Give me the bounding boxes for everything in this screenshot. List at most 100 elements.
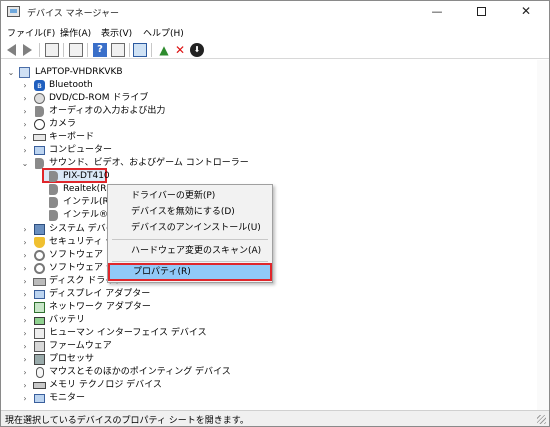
shield-icon (34, 237, 45, 248)
maximize-icon (476, 6, 486, 16)
context-separator (112, 261, 268, 262)
chevron-right-icon[interactable]: › (21, 366, 29, 379)
computer-icon (34, 146, 45, 155)
update-driver-icon[interactable]: ▲ (157, 43, 171, 57)
tree-item[interactable]: メモリ テクノロジ デバイス (49, 379, 162, 392)
tree-root[interactable]: LAPTOP-VHDRKVKB (35, 66, 123, 79)
tree-item[interactable]: DVD/CD-ROM ドライブ (49, 92, 148, 105)
tree-item[interactable]: ディスプレイ アダプター (49, 288, 150, 301)
tree-item[interactable]: Bluetooth (49, 79, 93, 92)
chevron-right-icon[interactable]: › (21, 275, 29, 288)
chevron-right-icon[interactable]: › (21, 301, 29, 314)
chevron-right-icon[interactable]: › (21, 223, 29, 236)
speaker-icon (49, 210, 58, 221)
chevron-right-icon[interactable]: › (21, 92, 29, 105)
context-update-driver[interactable]: ドライバーの更新(P) (108, 188, 272, 204)
chevron-right-icon[interactable]: › (21, 79, 29, 92)
minimize-button[interactable]: — (415, 1, 459, 23)
speaker-icon (49, 184, 58, 195)
speaker-icon (49, 197, 58, 208)
computer-icon (19, 67, 30, 78)
tree-item[interactable]: マウスとそのほかのポインティング デバイス (49, 366, 231, 379)
toolbar-separator (129, 43, 130, 57)
tree-item[interactable]: ファームウェア (49, 340, 112, 353)
menu-file[interactable]: ファイル(F) (7, 26, 55, 39)
tree-item[interactable]: ネットワーク アダプター (49, 301, 151, 314)
context-uninstall-device[interactable]: デバイスのアンインストール(U) (108, 220, 272, 236)
chevron-right-icon[interactable]: › (21, 236, 29, 249)
network-icon (34, 302, 45, 313)
context-scan-hardware[interactable]: ハードウェア変更のスキャン(A) (108, 243, 272, 259)
monitor-icon (34, 290, 45, 299)
tree-item[interactable]: カメラ (49, 118, 76, 131)
tree-item[interactable]: バッテリ (49, 314, 85, 327)
context-properties[interactable]: プロパティ(R) (108, 263, 272, 281)
close-button[interactable]: ✕ (504, 1, 548, 23)
toolbar: ? ▲ ✕ ⬇ (1, 41, 549, 59)
tree-item[interactable]: オーディオの入力および出力 (49, 105, 165, 118)
toolbar-separator (63, 43, 64, 57)
uninstall-icon[interactable]: ✕ (173, 43, 187, 57)
tree-item-pix-dt410[interactable]: PIX-DT410 (63, 170, 110, 183)
chevron-right-icon[interactable]: › (21, 288, 29, 301)
help-icon[interactable]: ? (93, 43, 107, 57)
chevron-right-icon[interactable]: › (21, 314, 29, 327)
menu-view[interactable]: 表示(V) (101, 26, 132, 39)
chevron-right-icon[interactable]: › (21, 118, 29, 131)
tree-item[interactable]: ヒューマン インターフェイス デバイス (49, 327, 207, 340)
details-icon[interactable] (69, 43, 83, 57)
chevron-down-icon[interactable]: ⌄ (7, 66, 15, 79)
status-text: 現在選択しているデバイスのプロパティ シートを開きます。 (5, 416, 249, 426)
cpu-icon (34, 354, 45, 365)
tree-item[interactable]: モニター (49, 392, 85, 405)
scan-hardware-icon[interactable]: ⬇ (190, 43, 204, 57)
tree-item[interactable]: コンピューター (49, 144, 112, 157)
bluetooth-icon: ʙ (34, 80, 45, 91)
tree-item[interactable]: Realtek(R) (63, 183, 110, 196)
context-disable-device[interactable]: デバイスを無効にする(D) (108, 204, 272, 220)
tree-item[interactable]: インテル(R) (63, 196, 112, 209)
chevron-right-icon[interactable]: › (21, 131, 29, 144)
properties-icon[interactable] (45, 43, 59, 57)
title-bar: デバイス マネージャー — ✕ (1, 1, 549, 23)
context-menu: ドライバーの更新(P) デバイスを無効にする(D) デバイスのアンインストール(… (107, 184, 273, 283)
chevron-right-icon[interactable]: › (21, 340, 29, 353)
drive-icon (33, 278, 46, 286)
window-title: デバイス マネージャー (27, 9, 119, 19)
chevron-right-icon[interactable]: › (21, 249, 29, 262)
firmware-icon (34, 341, 45, 352)
speaker-icon (49, 171, 58, 182)
monitor-icon (34, 394, 45, 403)
chevron-right-icon[interactable]: › (21, 144, 29, 157)
toolbar-separator (87, 43, 88, 57)
view-icon[interactable] (111, 43, 125, 57)
gear-icon (34, 263, 45, 274)
maximize-button[interactable] (459, 1, 503, 23)
camera-icon (34, 119, 45, 130)
chevron-right-icon[interactable]: › (21, 353, 29, 366)
status-bar: 現在選択しているデバイスのプロパティ シートを開きます。 (1, 410, 549, 426)
speaker-icon (35, 106, 44, 117)
device-manager-icon (7, 6, 20, 17)
toolbar-separator (39, 43, 40, 57)
forward-arrow-icon[interactable] (23, 44, 32, 56)
chevron-right-icon[interactable]: › (21, 327, 29, 340)
back-arrow-icon[interactable] (7, 44, 16, 56)
hid-icon (34, 328, 45, 339)
tree-item[interactable]: キーボード (49, 131, 94, 144)
chip-icon (34, 224, 45, 235)
chevron-right-icon[interactable]: › (21, 379, 29, 392)
tree-item[interactable]: プロセッサ (49, 353, 94, 366)
context-separator (112, 239, 268, 240)
menu-help[interactable]: ヘルプ(H) (143, 26, 184, 39)
vertical-scrollbar[interactable] (537, 60, 549, 410)
chevron-right-icon[interactable]: › (21, 262, 29, 275)
chevron-down-icon[interactable]: ⌄ (21, 157, 29, 170)
resize-grip-icon[interactable] (537, 415, 546, 424)
chevron-right-icon[interactable]: › (21, 392, 29, 405)
chevron-right-icon[interactable]: › (21, 105, 29, 118)
monitor-icon[interactable] (133, 43, 147, 57)
menu-action[interactable]: 操作(A) (60, 26, 91, 39)
device-tree: ⌄ LAPTOP-VHDRKVKB › ʙ Bluetooth › DVD/CD… (1, 60, 549, 410)
mouse-icon (36, 367, 44, 378)
